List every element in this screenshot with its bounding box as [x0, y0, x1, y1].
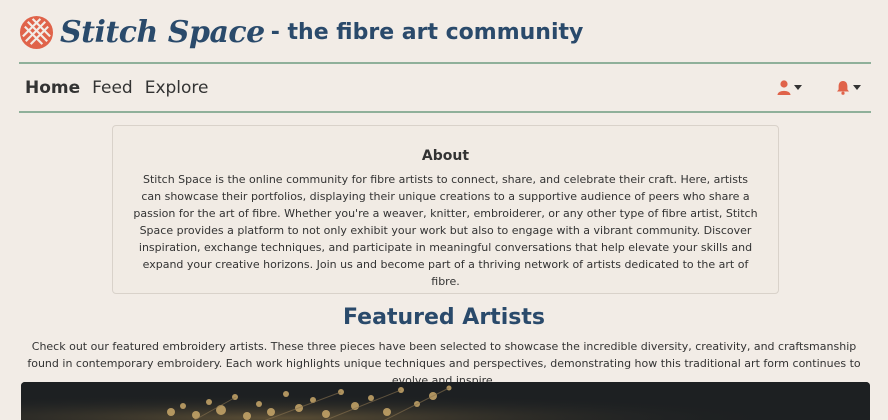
nav-home-link[interactable]: Home [25, 78, 80, 98]
chevron-down-icon [794, 85, 802, 90]
user-icon [777, 80, 791, 95]
about-text: Stitch Space is the online community for… [133, 173, 758, 288]
nav-explore-link[interactable]: Explore [145, 78, 209, 98]
user-menu-toggle[interactable] [777, 80, 802, 95]
brand-name[interactable]: Stitch Space [60, 15, 265, 50]
nav-actions [753, 80, 871, 95]
brand-tagline: - the fibre art community [270, 19, 584, 45]
embroidery-photo [21, 382, 870, 420]
site-header: Stitch Space - the fibre art community [19, 10, 583, 54]
featured-artwork-image[interactable] [21, 382, 870, 420]
notifications-toggle[interactable] [836, 80, 861, 95]
stitch-logo-icon[interactable] [19, 15, 54, 50]
nav-feed-link[interactable]: Feed [92, 78, 133, 98]
featured-artists-title: Featured Artists [343, 305, 545, 330]
main-nav: Home Feed Explore [19, 62, 871, 113]
bell-icon [837, 81, 849, 95]
chevron-down-icon [853, 85, 861, 90]
about-title: About [421, 148, 470, 164]
about-card: About Stitch Space is the online communi… [112, 125, 779, 294]
